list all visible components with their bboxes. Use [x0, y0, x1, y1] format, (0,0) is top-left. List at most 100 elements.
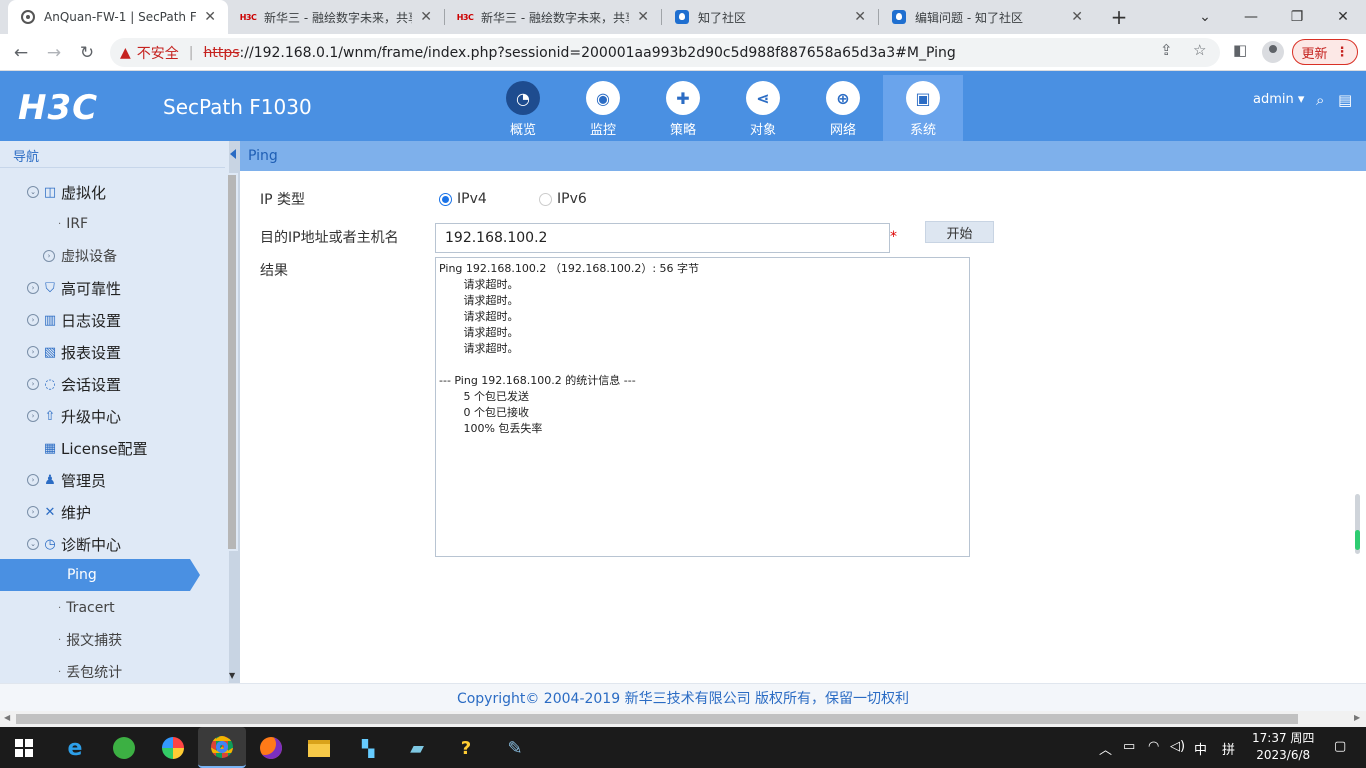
sidebar-item-label: 丢包统计 [66, 665, 123, 681]
sidebar-item-upgrade[interactable]: › ⇧ 升级中心 [0, 400, 225, 432]
ipv6-radio[interactable]: IPv6 [539, 191, 587, 207]
sidebar-item-diagnose[interactable]: ⌄ ◷ 诊断中心 [0, 528, 225, 560]
tab-title: 编辑问题 - 知了社区 [915, 10, 1023, 25]
profile-avatar[interactable] [1262, 41, 1284, 63]
module-label: 网络 [829, 123, 856, 138]
browser-tab[interactable]: 编辑问题 - 知了社区 ✕ [879, 0, 1095, 34]
page-scrollbar[interactable] [1355, 494, 1360, 554]
tab-close-icon[interactable]: ✕ [420, 9, 432, 25]
expand-icon[interactable]: › [27, 474, 39, 486]
sidebar-item-label: License配置 [61, 439, 148, 458]
sidebar-item-capture[interactable]: · 报文捕获 [0, 624, 225, 656]
bullet: · [58, 218, 62, 230]
browser-360-icon[interactable] [109, 733, 139, 763]
expand-icon[interactable]: › [27, 346, 39, 358]
expand-icon[interactable]: › [43, 250, 55, 262]
expand-icon[interactable]: › [27, 410, 39, 422]
tab-close-icon[interactable]: ✕ [637, 9, 649, 25]
sidebar-item-log[interactable]: › ▥ 日志设置 [0, 304, 225, 336]
horizontal-scrollbar[interactable]: ◀ ▶ [0, 711, 1366, 727]
chrome-taskbar-icon[interactable] [198, 727, 246, 768]
browser-tab[interactable]: H3C 新华三 - 融绘数字未来，共享 ✕ [228, 0, 444, 34]
expand-icon[interactable]: ⌄ [27, 186, 39, 198]
expand-icon[interactable]: ⌄ [27, 538, 39, 550]
sidebar-item-irf[interactable]: · IRF [0, 208, 225, 240]
sidebar-item-report[interactable]: › ▧ 报表设置 [0, 336, 225, 368]
side-panel-icon[interactable]: ◧ [1233, 41, 1247, 59]
result-output[interactable]: Ping 192.168.100.2 （192.168.100.2）: 56 字… [435, 257, 970, 557]
start-button[interactable]: 开始 [925, 221, 994, 243]
scroll-right-icon[interactable]: ▶ [1354, 713, 1360, 722]
expand-icon[interactable]: › [27, 282, 39, 294]
sidebar-item-tracert[interactable]: · Tracert [0, 592, 225, 624]
file-explorer-icon[interactable] [304, 733, 334, 763]
update-button[interactable]: 更新 ⋮ [1292, 39, 1358, 65]
sidebar-scrollbar[interactable] [226, 173, 238, 551]
sidebar-item-session[interactable]: › ◌ 会话设置 [0, 368, 225, 400]
ip-type-label: IP 类型 [260, 192, 306, 208]
module-overview[interactable]: ◔ 概览 [483, 75, 563, 141]
sidebar-item-license[interactable]: ▦ License配置 [0, 432, 225, 464]
expand-icon[interactable]: › [27, 314, 39, 326]
battery-icon[interactable]: ▭ [1123, 739, 1135, 754]
windows-start-icon[interactable] [9, 733, 39, 763]
bookmark-star-icon[interactable]: ☆ [1193, 41, 1206, 59]
notepad-icon[interactable]: ▰ [402, 733, 432, 763]
browser-tab[interactable]: 知了社区 ✕ [662, 0, 878, 34]
bullet: · [58, 634, 62, 646]
tray-expand-icon[interactable]: ︿ [1099, 739, 1112, 758]
ime-indicator[interactable]: 中 [1194, 739, 1207, 758]
address-bar[interactable]: ▲ 不安全 | https ://192.168.0.1/wnm/frame/i… [110, 38, 1220, 67]
close-window-button[interactable]: ✕ [1320, 0, 1366, 34]
sidebar-item-ha[interactable]: › ⛉ 高可靠性 [0, 272, 225, 304]
paint-icon[interactable]: ✎ [500, 733, 530, 763]
sidebar-item-maintenance[interactable]: › ✕ 维护 [0, 496, 225, 528]
tab-close-icon[interactable]: ✕ [204, 9, 216, 25]
reload-icon[interactable]: ↻ [74, 40, 100, 66]
forward-icon[interactable]: → [41, 40, 67, 66]
module-policy[interactable]: ✚ 策略 [643, 75, 723, 141]
sidebar-item-drop-stats[interactable]: · 丢包统计 [0, 656, 225, 683]
firefox-icon[interactable] [256, 733, 286, 763]
collapse-left-icon[interactable] [230, 149, 236, 159]
log-icon: ▥ [43, 312, 57, 328]
browser-tab[interactable]: H3C 新华三 - 融绘数字未来，共享 ✕ [445, 0, 661, 34]
module-network[interactable]: ⊕ 网络 [803, 75, 883, 141]
scroll-left-icon[interactable]: ◀ [4, 713, 10, 722]
share-icon[interactable]: ⇪ [1160, 41, 1173, 59]
minimize-button[interactable]: — [1228, 0, 1274, 34]
sidebar-item-virtualization[interactable]: ⌄ ◫ 虚拟化 [0, 176, 225, 208]
scroll-down-icon[interactable]: ▼ [229, 671, 235, 680]
ie-icon[interactable]: e [60, 733, 90, 763]
ime-mode-indicator[interactable]: 拼 [1222, 739, 1235, 758]
sidebar-item-admin[interactable]: › ♟ 管理员 [0, 464, 225, 496]
pinwheel-icon[interactable] [158, 733, 188, 763]
help-icon[interactable]: ? [451, 733, 481, 763]
monitor-icon: ▣ [906, 81, 940, 115]
expand-icon[interactable]: › [27, 378, 39, 390]
browser-tab-active[interactable]: AnQuan-FW-1 | SecPath F1 ✕ [8, 0, 228, 34]
user-menu[interactable]: admin ▾ [1253, 92, 1304, 107]
tab-close-icon[interactable]: ✕ [1071, 9, 1083, 25]
module-monitor[interactable]: ◉ 监控 [563, 75, 643, 141]
new-tab-button[interactable]: + [1096, 0, 1142, 34]
search-icon[interactable]: ⌕ [1316, 91, 1324, 109]
back-icon[interactable]: ← [8, 40, 34, 66]
network-app-icon[interactable]: ▚ [353, 733, 383, 763]
notification-icon[interactable]: ▢ [1334, 739, 1346, 754]
sidebar-item-virtual-device[interactable]: › 虚拟设备 [0, 240, 225, 272]
expand-icon[interactable]: › [27, 506, 39, 518]
volume-icon[interactable]: ◁) [1170, 739, 1185, 754]
tab-search-button[interactable]: ⌄ [1182, 0, 1228, 34]
tab-close-icon[interactable]: ✕ [854, 9, 866, 25]
module-object[interactable]: ⋖ 对象 [723, 75, 803, 141]
ipv4-radio[interactable]: IPv4 [439, 191, 487, 207]
restore-button[interactable]: ❐ [1274, 0, 1320, 34]
sidebar-item-ping[interactable]: Ping [0, 559, 200, 591]
system-clock[interactable]: 17:37 周四 2023/6/8 [1252, 730, 1314, 764]
wifi-icon[interactable]: ◠ [1148, 739, 1159, 754]
save-icon[interactable]: ▤ [1338, 91, 1352, 109]
horizontal-scroll-thumb[interactable] [16, 714, 1298, 724]
dest-ip-input[interactable] [435, 223, 890, 253]
module-system[interactable]: ▣ 系统 [883, 75, 963, 141]
